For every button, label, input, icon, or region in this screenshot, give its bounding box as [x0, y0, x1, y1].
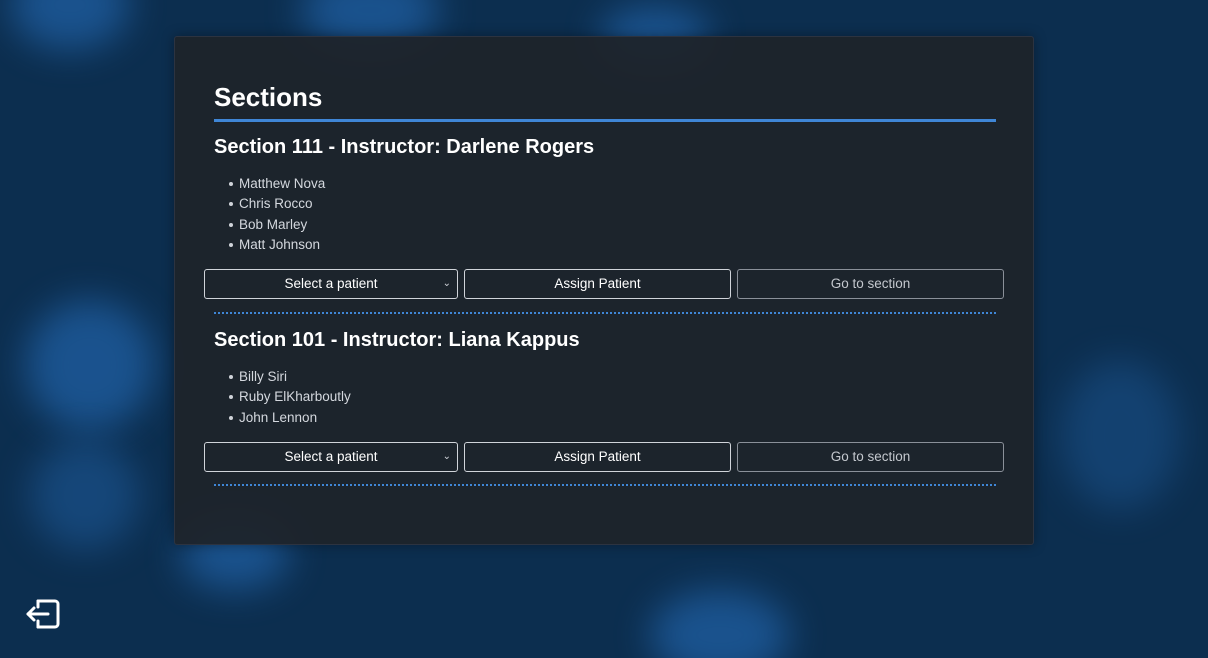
student-list: Billy Siri Ruby ElKharboutly John Lennon — [214, 367, 351, 428]
patient-select-value: Select a patient — [284, 276, 378, 291]
patient-select-value: Select a patient — [284, 449, 378, 464]
go-to-section-button[interactable]: Go to section — [737, 269, 1004, 299]
student-list: Matthew Nova Chris Rocco Bob Marley Matt… — [214, 174, 325, 256]
student-item: John Lennon — [214, 408, 351, 428]
background-blob — [25, 300, 155, 430]
patient-select[interactable]: Select a patient ⌄ — [204, 269, 458, 299]
chevron-down-icon: ⌄ — [442, 278, 451, 289]
patient-select[interactable]: Select a patient ⌄ — [204, 442, 458, 472]
background-blob — [1060, 360, 1180, 510]
student-item: Ruby ElKharboutly — [214, 387, 351, 407]
go-to-section-button[interactable]: Go to section — [737, 442, 1004, 472]
background-blob — [30, 440, 140, 550]
student-item: Billy Siri — [214, 367, 351, 387]
section-divider — [214, 312, 996, 314]
student-item: Chris Rocco — [214, 194, 325, 214]
section-divider — [214, 484, 996, 486]
assign-patient-button[interactable]: Assign Patient — [464, 442, 731, 472]
background-blob — [650, 590, 790, 658]
page-title: Sections — [214, 82, 323, 112]
section-heading: Section 111 - Instructor: Darlene Rogers — [214, 136, 595, 158]
background-blob — [10, 0, 130, 50]
student-item: Matt Johnson — [214, 235, 325, 255]
student-item: Bob Marley — [214, 215, 325, 235]
sections-panel: Sections Section 111 - Instructor: Darle… — [174, 36, 1034, 545]
section-heading: Section 101 - Instructor: Liana Kappus — [214, 329, 580, 351]
title-underline — [214, 119, 996, 122]
assign-patient-button[interactable]: Assign Patient — [464, 269, 731, 299]
student-item: Matthew Nova — [214, 174, 325, 194]
chevron-down-icon: ⌄ — [442, 451, 451, 462]
logout-icon[interactable] — [24, 596, 62, 632]
